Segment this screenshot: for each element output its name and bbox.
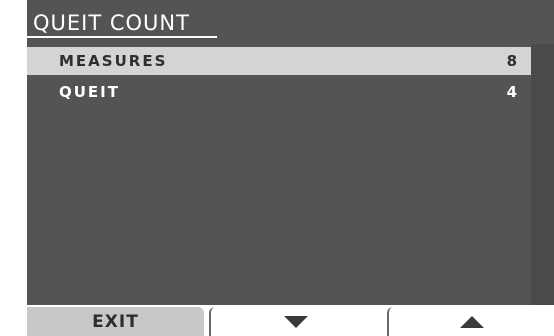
down-button[interactable] (209, 307, 381, 336)
up-button[interactable] (387, 307, 554, 336)
scrollbar-track[interactable] (531, 44, 554, 305)
list-item-value: 8 (506, 52, 517, 70)
list-item-label: QUEIT (59, 83, 120, 101)
display-screen: QUEIT COUNT MEASURES 8 QUEIT 4 EXIT (27, 0, 554, 336)
exit-button[interactable]: EXIT (27, 307, 204, 336)
softkey-bar: EXIT (27, 305, 554, 336)
list-item-measures[interactable]: MEASURES 8 (27, 47, 531, 75)
parameter-list: MEASURES 8 QUEIT 4 (27, 47, 531, 109)
list-item-label: MEASURES (59, 52, 168, 70)
title-underline (27, 36, 217, 38)
triangle-down-icon (284, 315, 308, 328)
exit-button-label: EXIT (92, 311, 139, 332)
list-item-value: 4 (506, 83, 517, 101)
page-title: QUEIT COUNT (33, 11, 190, 35)
triangle-up-icon (459, 315, 484, 328)
title-bar: QUEIT COUNT (27, 9, 554, 39)
list-item-queit[interactable]: QUEIT 4 (27, 78, 531, 106)
